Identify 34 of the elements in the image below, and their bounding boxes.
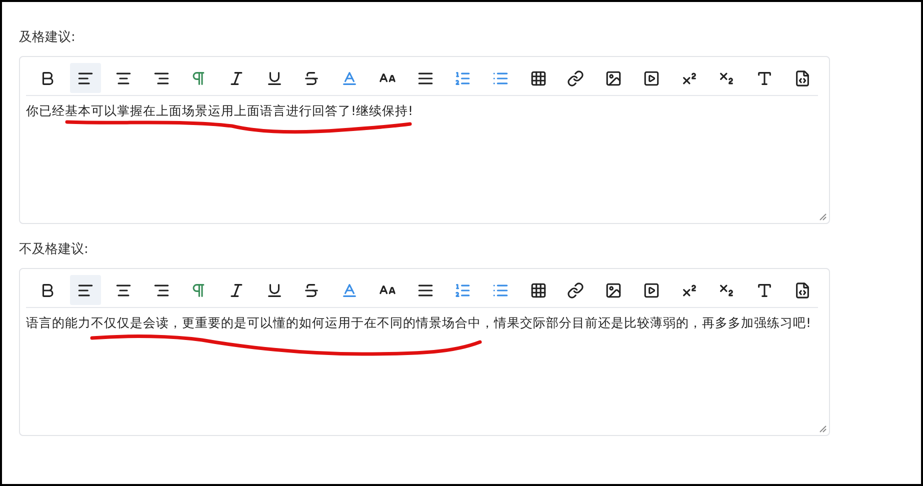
rich-text-editor[interactable]: 你已经基本可以掌握在上面场景运用上面语言进行回答了!继续保持!: [19, 56, 830, 224]
field-label: 不及格建议:: [19, 242, 90, 258]
superscript-icon: [680, 70, 698, 86]
video-icon: [642, 70, 660, 86]
font-color-icon: [341, 282, 358, 298]
font-color-icon: [341, 70, 358, 86]
underline-icon: [266, 70, 283, 86]
underline-icon: [266, 282, 283, 298]
table-icon: [530, 70, 547, 86]
image-icon: [605, 282, 622, 298]
table-icon: [530, 282, 547, 298]
superscript-icon: [680, 282, 698, 298]
link-icon: [567, 282, 584, 298]
align-left-button[interactable]: [70, 275, 102, 305]
text-box-icon: [756, 70, 774, 86]
strikethrough-icon: [303, 282, 320, 298]
field-label: 及格建议:: [19, 30, 76, 46]
resize-handle[interactable]: [819, 213, 827, 221]
editor-text: 你已经基本可以掌握在上面场景运用上面语言进行回答了!继续保持!: [26, 102, 414, 119]
ordered-list-icon: [454, 282, 472, 298]
image-icon: [605, 70, 622, 86]
strikethrough-icon: [303, 70, 320, 86]
subscript-icon: [718, 70, 736, 86]
editor-text: 语言的能力不仅仅是会读，更重要的是可以懂的如何运用于在不同的情景场合中，情果交际部分目前还是比较薄弱的，再多多加强练习吧!: [26, 314, 812, 331]
source-code-icon: [794, 282, 811, 298]
rich-text-editor[interactable]: 语言的能力不仅仅是会读，更重要的是可以懂的如何运用于在不同的情景场合中，情果交际部分目前还是比较薄弱的，再多多加强练习吧!: [19, 268, 830, 436]
source-code-icon: [794, 70, 811, 86]
align-left-button[interactable]: [70, 63, 102, 93]
video-icon: [642, 282, 660, 298]
subscript-icon: [718, 282, 736, 298]
resize-handle[interactable]: [819, 425, 827, 433]
link-icon: [567, 70, 584, 86]
text-box-icon: [756, 282, 774, 298]
ordered-list-icon: [454, 70, 472, 86]
